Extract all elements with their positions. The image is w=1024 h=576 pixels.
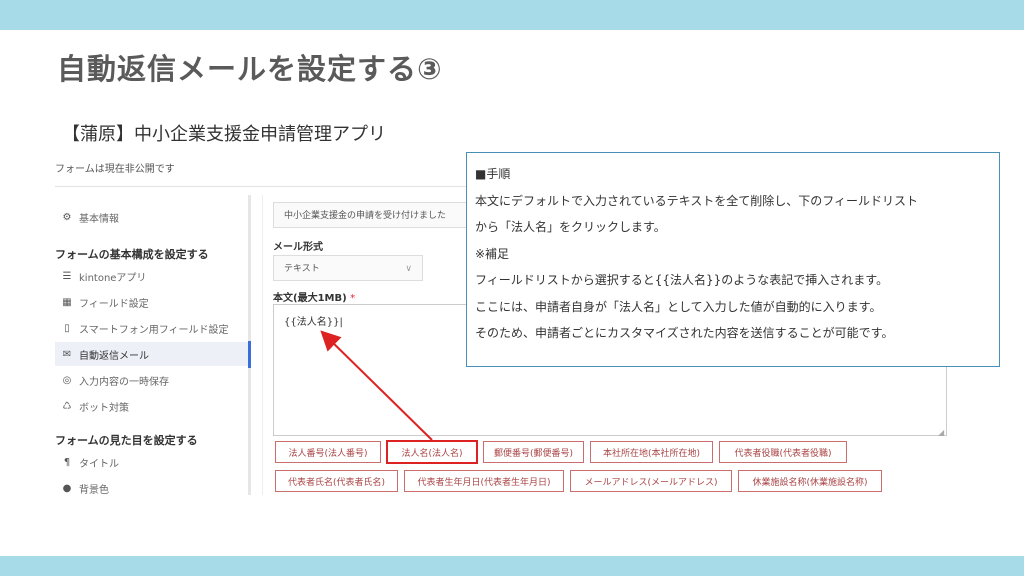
sidebar-item-field-settings[interactable]: ▦ フィールド設定 <box>55 290 248 314</box>
sidebar-scrollbar-thumb[interactable] <box>248 341 251 368</box>
mail-format-label: メール形式 <box>273 242 323 253</box>
resize-handle-icon[interactable]: ◢ <box>938 428 944 437</box>
body-textarea-value: {{法人名}}| <box>284 317 343 328</box>
body-label-text: 本文(最大1MB) <box>273 293 347 304</box>
note-line: ※補足 <box>475 246 510 261</box>
field-button-email[interactable]: メールアドレス(メールアドレス) <box>570 470 732 492</box>
sidebar-item-label: 背景色 <box>79 484 109 496</box>
grid-icon: ▦ <box>62 296 72 308</box>
chevron-down-icon: ∨ <box>405 264 412 274</box>
sidebar: ⚙ 基本情報 フォームの基本構成を設定する ☰ kintoneアプリ ▦ フィー… <box>55 195 250 496</box>
note-line: フィールドリストから選択すると{{法人名}}のような表記で挿入されます。 <box>475 273 889 287</box>
sidebar-item-auto-reply-mail[interactable]: ✉ 自動返信メール <box>55 342 248 366</box>
sidebar-item-label: スマートフォン用フィールド設定 <box>79 324 229 336</box>
field-button-corporate-name[interactable]: 法人名(法人名) <box>386 440 478 464</box>
sidebar-item-basic-info[interactable]: ⚙ 基本情報 <box>55 205 248 229</box>
sidebar-item-label: フィールド設定 <box>79 298 149 310</box>
sidebar-item-label: タイトル <box>79 458 119 470</box>
reply-subject-field[interactable]: 中小企業支援金の申請を受け付けました <box>273 202 473 228</box>
sidebar-item-title[interactable]: ¶ タイトル <box>55 450 248 474</box>
app-title: 【蒲原】中小企業支援金申請管理アプリ <box>62 124 386 145</box>
note-line: から「法人名」をクリックします。 <box>475 220 666 234</box>
instruction-note: ■手順 本文にデフォルトで入力されているテキストを全て削除し、下のフィールドリス… <box>466 152 1000 367</box>
field-button-corporate-number[interactable]: 法人番号(法人番号) <box>275 441 381 463</box>
field-button-rep-name[interactable]: 代表者氏名(代表者氏名) <box>275 470 398 492</box>
form-status-text: フォームは現在非公開です <box>55 164 175 175</box>
sidebar-item-label: ボット対策 <box>79 402 129 414</box>
note-line: ■手順 <box>475 167 511 181</box>
bottom-band <box>0 556 1024 576</box>
field-button-rep-birthdate[interactable]: 代表者生年月日(代表者生年月日) <box>404 470 564 492</box>
sidebar-item-background-color[interactable]: ● 背景色 <box>55 476 248 500</box>
slide-title: 自動返信メールを設定する③ <box>57 52 443 86</box>
body-label: 本文(最大1MB) * <box>273 289 355 304</box>
note-line: そのため、申請者ごとにカスタマイズされた内容を送信することが可能です。 <box>475 326 894 340</box>
list-icon: ☰ <box>62 270 72 282</box>
top-band <box>0 0 1024 30</box>
sidebar-item-kintone-app[interactable]: ☰ kintoneアプリ <box>55 264 248 288</box>
recycle-icon: ♺ <box>62 400 72 412</box>
note-line: 本文にデフォルトで入力されているテキストを全て削除し、下のフィールドリスト <box>475 193 919 208</box>
mail-format-value: テキスト <box>284 264 320 274</box>
circle-icon: ◎ <box>62 374 72 386</box>
mail-format-select[interactable]: テキスト ∨ <box>273 255 423 281</box>
sidebar-section-heading: フォームの基本構成を設定する <box>55 248 209 261</box>
sidebar-item-label: kintoneアプリ <box>79 272 147 284</box>
send-icon: ✉ <box>62 348 72 360</box>
drop-icon: ● <box>62 482 72 494</box>
sidebar-item-temp-save[interactable]: ◎ 入力内容の一時保存 <box>55 368 248 392</box>
sidebar-item-label: 自動返信メール <box>79 350 149 362</box>
required-mark: * <box>350 293 356 304</box>
field-button-head-office[interactable]: 本社所在地(本社所在地) <box>590 441 713 463</box>
field-button-postal-code[interactable]: 郵便番号(郵便番号) <box>483 441 584 463</box>
pilcrow-icon: ¶ <box>63 456 71 468</box>
sidebar-item-bot-protection[interactable]: ♺ ボット対策 <box>55 394 248 418</box>
field-button-rep-title[interactable]: 代表者役職(代表者役職) <box>719 441 847 463</box>
note-line: ここには、申請者自身が「法人名」として入力した値が自動的に入ります。 <box>475 299 882 314</box>
gear-icon: ⚙ <box>62 211 72 223</box>
sidebar-item-smartphone-fields[interactable]: ▯ スマートフォン用フィールド設定 <box>55 316 248 340</box>
sidebar-section-heading: フォームの見た目を設定する <box>55 434 198 447</box>
sidebar-item-label: 入力内容の一時保存 <box>79 376 169 388</box>
field-button-facility-name[interactable]: 休業施設名称(休業施設名称) <box>738 470 882 492</box>
sidebar-item-label: 基本情報 <box>79 213 119 225</box>
smartphone-icon: ▯ <box>64 322 70 334</box>
